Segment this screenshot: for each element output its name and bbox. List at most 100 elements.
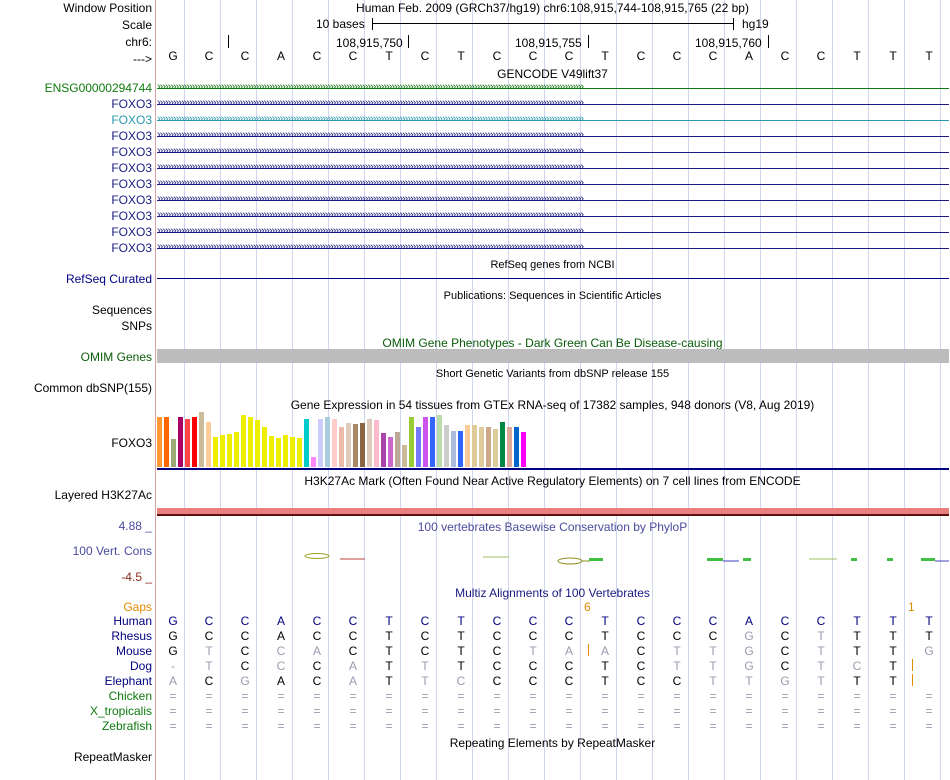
gtex-bar[interactable] xyxy=(157,417,162,467)
gtex-bar[interactable] xyxy=(381,433,386,467)
gtex-bar[interactable] xyxy=(185,419,190,467)
gencode-gene-model[interactable]: ››››››››››››››››››››››››››››››››››››››››… xyxy=(157,113,949,126)
gtex-bar[interactable] xyxy=(388,437,393,467)
gtex-bar[interactable] xyxy=(409,417,414,467)
refseq-label[interactable]: RefSeq Curated xyxy=(66,272,152,286)
chrom-label[interactable]: chr6: xyxy=(125,35,152,49)
gencode-gene-label[interactable]: ENSG00000294744 xyxy=(45,81,152,95)
gencode-gene-model[interactable]: ››››››››››››››››››››››››››››››››››››››››… xyxy=(157,193,949,206)
gtex-bar[interactable] xyxy=(283,435,288,467)
gtex-bar[interactable] xyxy=(437,415,442,467)
cons-label[interactable]: 100 Vert. Cons xyxy=(73,544,152,558)
gtex-bar[interactable] xyxy=(199,412,204,467)
gaps-label[interactable]: Gaps xyxy=(123,600,152,614)
gtex-bar[interactable] xyxy=(171,439,176,467)
gtex-bar[interactable] xyxy=(430,417,435,467)
gtex-bar[interactable] xyxy=(220,435,225,467)
gtex-bar[interactable] xyxy=(416,427,421,467)
gtex-bar[interactable] xyxy=(507,427,512,467)
gencode-gene-label[interactable]: FOXO3 xyxy=(111,113,152,127)
omim-label[interactable]: OMIM Genes xyxy=(81,350,152,364)
omim-feature[interactable] xyxy=(157,349,949,363)
h3k27ac-label[interactable]: Layered H3K27Ac xyxy=(55,488,152,502)
gencode-gene-label[interactable]: FOXO3 xyxy=(111,161,152,175)
gtex-bar[interactable] xyxy=(451,431,456,467)
window-position-label[interactable]: Window Position xyxy=(63,1,152,15)
gtex-bar[interactable] xyxy=(346,423,351,467)
species-label[interactable]: Chicken xyxy=(109,689,152,703)
gtex-bar[interactable] xyxy=(192,417,197,467)
gtex-bar[interactable] xyxy=(164,417,169,467)
dbsnp-label[interactable]: Common dbSNP(155) xyxy=(34,381,152,395)
species-label[interactable]: X_tropicalis xyxy=(90,704,152,718)
refseq-gene-line[interactable] xyxy=(157,278,949,279)
gencode-gene-model[interactable]: ››››››››››››››››››››››››››››››››››››››››… xyxy=(157,241,949,254)
gtex-bar[interactable] xyxy=(402,445,407,467)
repeat-label[interactable]: RepeatMasker xyxy=(74,750,152,764)
gencode-gene-model[interactable]: ››››››››››››››››››››››››››››››››››››››››… xyxy=(157,209,949,222)
gencode-gene-label[interactable]: FOXO3 xyxy=(111,209,152,223)
gencode-track-title[interactable]: GENCODE V49lift37 xyxy=(155,67,950,81)
species-label[interactable]: Mouse xyxy=(116,644,152,658)
cons-signal[interactable] xyxy=(157,540,949,580)
gtex-bar[interactable] xyxy=(262,427,267,467)
gencode-gene-model[interactable]: ››››››››››››››››››››››››››››››››››››››››… xyxy=(157,161,949,174)
gtex-bar[interactable] xyxy=(178,417,183,467)
gtex-bar[interactable] xyxy=(297,438,302,467)
gtex-bar[interactable] xyxy=(521,432,526,467)
species-label[interactable]: Human xyxy=(113,614,152,628)
gtex-bar[interactable] xyxy=(514,427,519,467)
gencode-gene-model[interactable]: ››››››››››››››››››››››››››››››››››››››››… xyxy=(157,145,949,158)
scale-label[interactable]: Scale xyxy=(122,18,152,32)
gtex-bar[interactable] xyxy=(206,422,211,467)
gencode-gene-label[interactable]: FOXO3 xyxy=(111,129,152,143)
gtex-bar[interactable] xyxy=(241,415,246,467)
multiz-track-title[interactable]: Multiz Alignments of 100 Vertebrates xyxy=(155,586,950,600)
gtex-bar[interactable] xyxy=(248,417,253,467)
gencode-gene-model[interactable]: ››››››››››››››››››››››››››››››››››››››››… xyxy=(157,225,949,238)
gtex-bar[interactable] xyxy=(269,436,274,467)
gtex-bar[interactable] xyxy=(325,417,330,467)
repeat-track-title[interactable]: Repeating Elements by RepeatMasker xyxy=(155,736,950,750)
gencode-gene-label[interactable]: FOXO3 xyxy=(111,225,152,239)
gtex-bar[interactable] xyxy=(444,425,449,467)
publications-label[interactable]: Sequences xyxy=(92,303,152,317)
gtex-bar[interactable] xyxy=(227,434,232,467)
gtex-bar[interactable] xyxy=(374,420,379,467)
gencode-gene-label[interactable]: FOXO3 xyxy=(111,145,152,159)
gtex-bar[interactable] xyxy=(353,424,358,467)
gencode-gene-model[interactable]: ››››››››››››››››››››››››››››››››››››››››… xyxy=(157,97,949,110)
publications-track-title[interactable]: Publications: Sequences in Scientific Ar… xyxy=(155,289,950,303)
gtex-bar[interactable] xyxy=(395,432,400,467)
gtex-bar[interactable] xyxy=(500,422,505,467)
gtex-bar[interactable] xyxy=(367,419,372,467)
gtex-bar[interactable] xyxy=(311,457,316,467)
gencode-gene-model[interactable]: ››››››››››››››››››››››››››››››››››››››››… xyxy=(157,129,949,142)
gtex-bar-chart[interactable] xyxy=(157,412,557,467)
gtex-bar[interactable] xyxy=(479,427,484,467)
cons-track-title[interactable]: 100 vertebrates Basewise Conservation by… xyxy=(155,520,950,534)
gtex-bar[interactable] xyxy=(290,437,295,467)
gencode-gene-label[interactable]: FOXO3 xyxy=(111,241,152,255)
gencode-gene-label[interactable]: FOXO3 xyxy=(111,193,152,207)
species-label[interactable]: Elephant xyxy=(105,674,152,688)
gtex-bar[interactable] xyxy=(423,417,428,467)
gencode-gene-label[interactable]: FOXO3 xyxy=(111,97,152,111)
gencode-gene-model[interactable]: ››››››››››››››››››››››››››››››››››››››››… xyxy=(157,177,949,190)
gtex-bar[interactable] xyxy=(234,432,239,467)
refseq-track-title[interactable]: RefSeq genes from NCBI xyxy=(155,258,950,272)
gtex-bar[interactable] xyxy=(213,437,218,467)
gtex-bar[interactable] xyxy=(486,427,491,467)
gtex-track-title[interactable]: Gene Expression in 54 tissues from GTEx … xyxy=(155,398,950,412)
species-label[interactable]: Zebrafish xyxy=(102,719,152,733)
gtex-bar[interactable] xyxy=(458,431,463,467)
gencode-gene-label[interactable]: FOXO3 xyxy=(111,177,152,191)
gtex-bar[interactable] xyxy=(332,419,337,467)
gtex-bar[interactable] xyxy=(360,423,365,467)
h3k27ac-track-title[interactable]: H3K27Ac Mark (Often Found Near Active Re… xyxy=(155,474,950,488)
gtex-bar[interactable] xyxy=(276,438,281,467)
strand-label[interactable]: ---> xyxy=(133,52,152,66)
gtex-bar[interactable] xyxy=(472,425,477,467)
gencode-gene-model[interactable]: ››››››››››››››››››››››››››››››››››››››››… xyxy=(157,81,949,94)
gtex-bar[interactable] xyxy=(339,427,344,467)
